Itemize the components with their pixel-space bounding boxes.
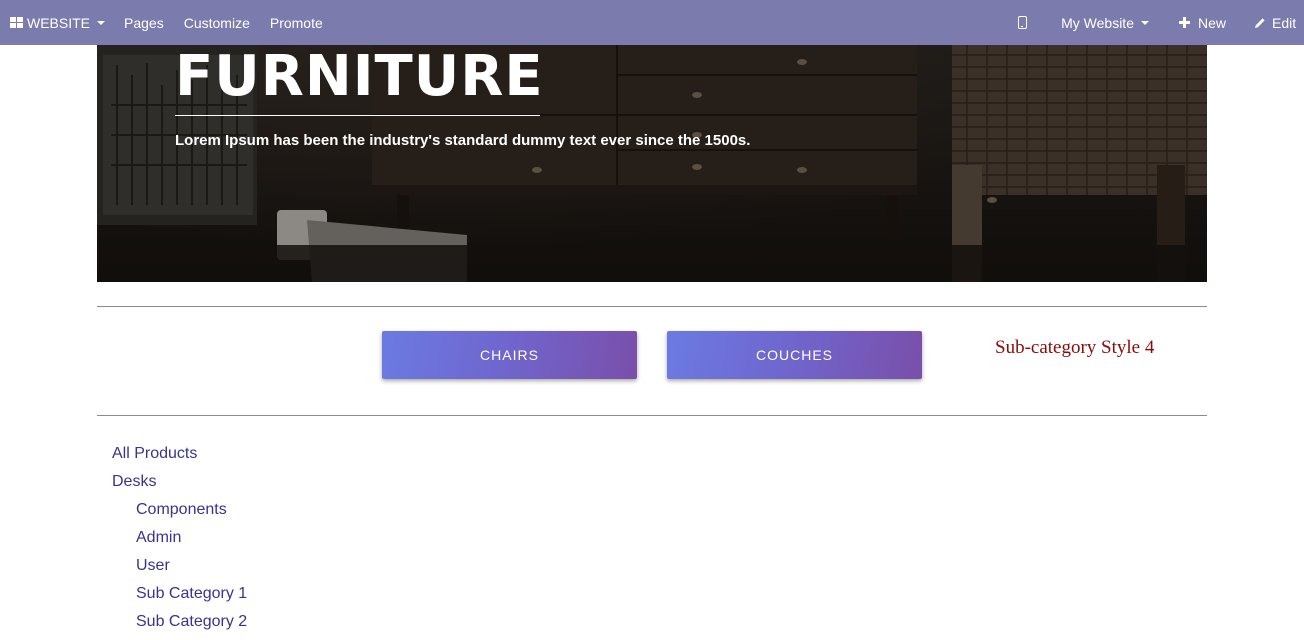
- chevron-down-icon: [1140, 20, 1149, 25]
- category-link-user[interactable]: User: [112, 556, 247, 584]
- new-button-label: New: [1197, 14, 1226, 31]
- navbar-left: WEBSITE Pages Customize Promote: [0, 0, 333, 45]
- category-link-admin[interactable]: Admin: [112, 528, 247, 556]
- menu-pages[interactable]: Pages: [114, 0, 174, 45]
- category-link-components[interactable]: Components: [112, 500, 247, 528]
- chevron-down-icon: [97, 20, 106, 25]
- mobile-preview-button[interactable]: [1008, 0, 1051, 45]
- edit-button-label: Edit: [1272, 14, 1297, 31]
- new-button[interactable]: New: [1169, 0, 1246, 45]
- menu-customize[interactable]: Customize: [174, 0, 260, 45]
- mobile-phone-icon: [1018, 16, 1028, 29]
- category-link-desks[interactable]: Desks: [112, 472, 247, 500]
- category-tree: All Products Desks Components Admin User…: [112, 444, 247, 640]
- hero-banner: FURNITURES Lorem Ipsum has been the indu…: [97, 45, 1207, 282]
- hero-title: FURNITURES: [175, 45, 540, 116]
- apps-grid-icon: [10, 17, 23, 28]
- website-switcher-label: My Website: [1061, 14, 1134, 31]
- category-link-sub-category-2[interactable]: Sub Category 2: [112, 612, 247, 640]
- pencil-icon: [1254, 17, 1266, 29]
- website-app-menu[interactable]: WEBSITE: [0, 0, 114, 45]
- category-link-all-products[interactable]: All Products: [112, 444, 247, 472]
- plus-icon: [1178, 17, 1190, 28]
- category-button-couches[interactable]: COUCHES: [667, 331, 922, 379]
- divider-top: [97, 306, 1207, 307]
- category-link-sub-category-1[interactable]: Sub Category 1: [112, 584, 247, 612]
- hero-subtitle: Lorem Ipsum has been the industry's stan…: [175, 132, 751, 149]
- subcategory-style-label: Sub-category Style 4: [995, 337, 1155, 358]
- category-button-chairs[interactable]: CHAIRS: [382, 331, 637, 379]
- divider-bottom: [97, 415, 1207, 416]
- menu-promote[interactable]: Promote: [260, 0, 333, 45]
- navbar-right: My Website New Edit: [1008, 0, 1304, 45]
- website-app-label: WEBSITE: [27, 14, 91, 31]
- edit-button[interactable]: Edit: [1246, 0, 1304, 45]
- website-switcher[interactable]: My Website: [1051, 0, 1169, 45]
- admin-navbar: WEBSITE Pages Customize Promote My Websi…: [0, 0, 1304, 45]
